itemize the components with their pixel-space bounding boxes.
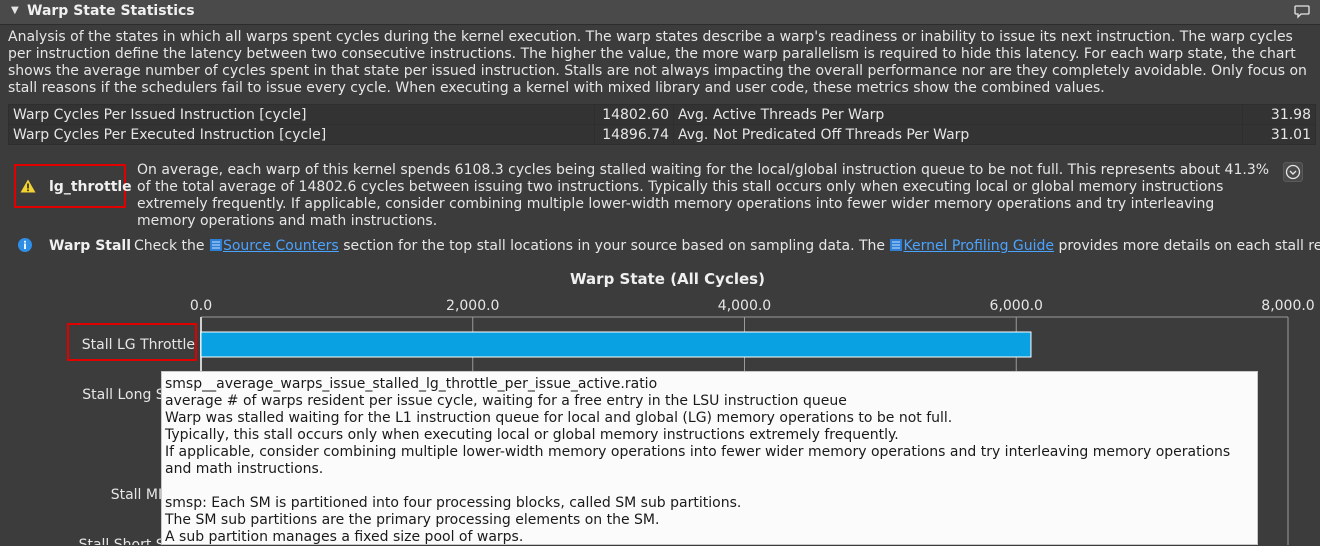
x-tick-label: 6,000.0 [990, 298, 1043, 314]
metric-name: Avg. Not Predicated Off Threads Per Warp [673, 124, 1243, 145]
metric-name: Avg. Active Threads Per Warp [673, 104, 1243, 125]
warning-icon [20, 179, 36, 193]
tooltip-line: smsp: Each SM is partitioned into four p… [165, 495, 742, 511]
tooltip-spacer [165, 478, 1254, 495]
x-tick-label: 8,000.0 [1261, 298, 1314, 314]
table-row: Warp Cycles Per Executed Instruction [cy… [8, 124, 1316, 145]
metric-value: 31.01 [1242, 124, 1316, 145]
x-tick-label: 2,000.0 [446, 298, 499, 314]
document-icon [209, 239, 222, 251]
metric-tooltip: smsp__average_warps_issue_stalled_lg_thr… [161, 371, 1258, 545]
chevron-down-circle-icon [1285, 164, 1301, 180]
metric-value: 14896.74 [594, 124, 674, 145]
tooltip-line: The SM sub partitions are the primary pr… [165, 512, 660, 528]
expand-button[interactable] [1283, 162, 1303, 182]
metric-name: Warp Cycles Per Issued Instruction [cycl… [8, 104, 595, 125]
tooltip-line: average # of warps resident per issue cy… [165, 393, 847, 409]
metric-value: 31.98 [1242, 104, 1316, 125]
chart-title: Warp State (All Cycles) [570, 270, 765, 288]
metric-value: 14802.60 [594, 104, 674, 125]
bar[interactable] [200, 331, 1032, 358]
chart-bars [200, 331, 1032, 358]
x-tick-label: 4,000.0 [718, 298, 771, 314]
source-counters-link[interactable]: Source Counters [223, 238, 339, 254]
section-description: Analysis of the states in which all warp… [8, 29, 1307, 96]
highlight-box [67, 323, 197, 361]
comment-icon[interactable] [1294, 3, 1310, 19]
table-row: Warp Cycles Per Issued Instruction [cycl… [8, 104, 1316, 125]
chart-ticks: 0.0 2,000.0 4,000.0 6,000.0 8,000.0 [190, 298, 1315, 314]
warp-stall-text: Check the Source Counters section for th… [134, 238, 1320, 254]
document-icon [890, 239, 903, 251]
warp-stall-label: Warp Stall [49, 238, 132, 254]
tooltip-line: A sub partition manages a fixed size poo… [165, 529, 524, 545]
stall-text-mid: section for the top stall locations in y… [343, 238, 886, 254]
stall-text-suffix: provides more details on each stall reas… [1058, 238, 1320, 254]
triangle-down-icon[interactable]: ▼ [11, 5, 19, 16]
kernel-profiling-guide-link[interactable]: Kernel Profiling Guide [903, 238, 1054, 254]
metrics-table: Warp Cycles Per Issued Instruction [cycl… [8, 104, 1316, 145]
section-header[interactable]: ▼ Warp State Statistics [0, 0, 1320, 25]
tooltip-line: If applicable, consider combining multip… [165, 444, 1231, 477]
warning-badge: lg_throttle [14, 164, 132, 208]
section-title: Warp State Statistics [27, 3, 195, 19]
warning-label: lg_throttle [49, 179, 132, 195]
stall-text-prefix: Check the [134, 238, 205, 254]
tooltip-line: smsp__average_warps_issue_stalled_lg_thr… [165, 376, 658, 392]
tooltip-line: Typically, this stall occurs only when e… [165, 427, 899, 443]
x-tick-label: 0.0 [190, 298, 212, 314]
info-icon [18, 238, 32, 252]
metric-name: Warp Cycles Per Executed Instruction [cy… [8, 124, 595, 145]
tooltip-line: Warp was stalled waiting for the L1 inst… [165, 410, 953, 426]
warning-text: On average, each warp of this kernel spe… [137, 162, 1270, 229]
